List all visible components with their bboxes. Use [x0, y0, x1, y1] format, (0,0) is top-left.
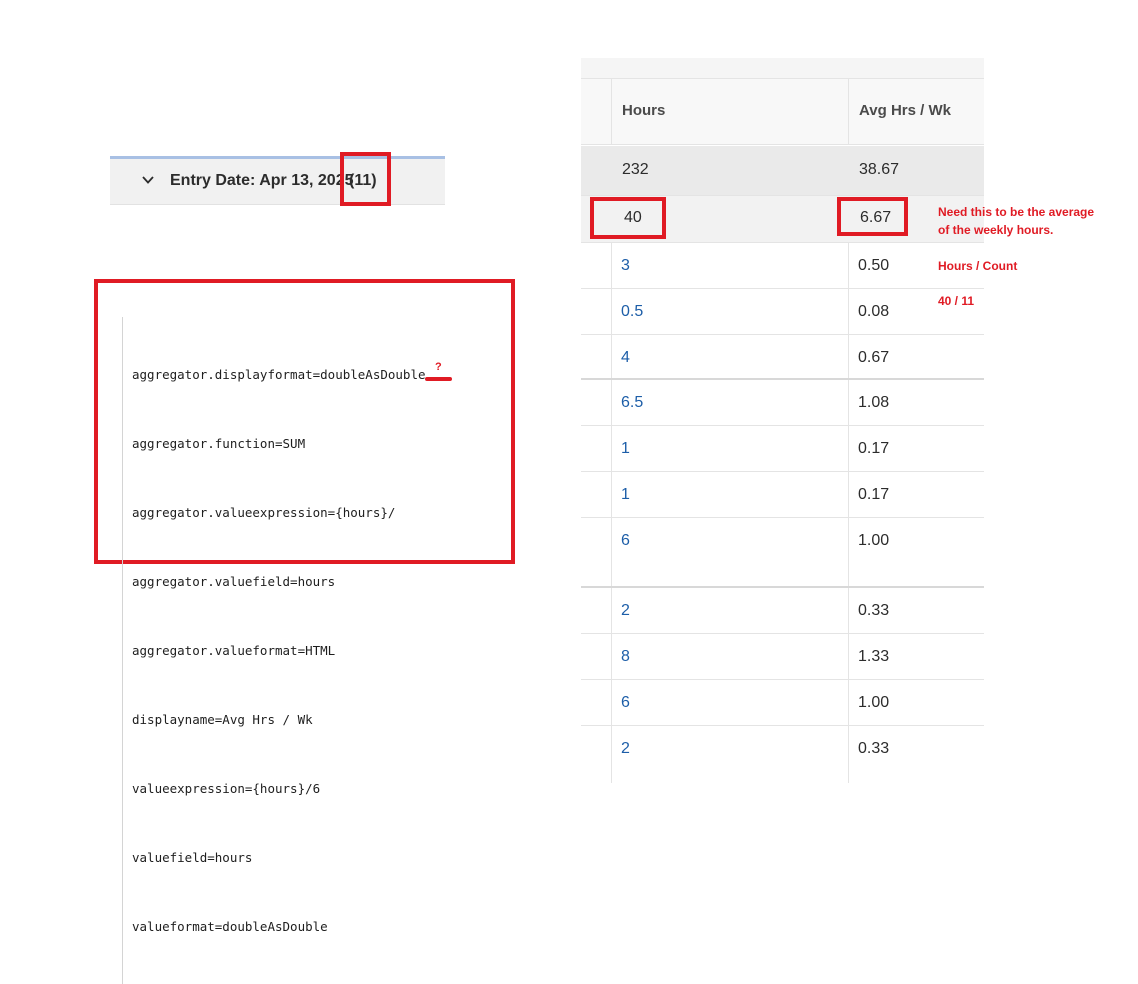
table-row-total: 232 38.67	[581, 146, 984, 196]
cell-avg: 0.50	[858, 257, 890, 274]
cell-avg: 1.00	[858, 694, 890, 711]
cell-hours-link[interactable]: 0.5	[621, 303, 643, 321]
annotation-note: Need this to be the average of the weekl…	[938, 203, 1094, 239]
data-table: Hours Avg Hrs / Wk 232 38.67 40 6.67 3 0…	[581, 58, 984, 783]
aggregator-config-box: aggregator.displayformat=doubleAsDouble …	[94, 279, 515, 984]
table-row: 2 0.33	[581, 726, 984, 783]
table-row: 6.5 1.08	[581, 380, 984, 426]
code-line: valueformat=doubleAsDouble	[132, 919, 328, 934]
cell-hours-link[interactable]: 8	[621, 648, 630, 666]
table-row: 1 0.17	[581, 472, 984, 518]
table-row-group-subtotal: 40 6.67	[581, 196, 984, 243]
annotation-example: 40 / 11	[938, 294, 975, 308]
code-line: aggregator.valueexpression={hours}/	[132, 505, 396, 520]
cell-hours-link[interactable]: 6	[621, 532, 630, 550]
code-line: displayname=Avg Hrs / Wk	[132, 712, 313, 727]
cell-hours-link[interactable]: 1	[621, 440, 630, 458]
table-header: Hours Avg Hrs / Wk	[581, 79, 984, 145]
missing-value-underline	[425, 377, 452, 381]
cell-avg: 0.67	[858, 349, 890, 366]
cell-hours-link[interactable]: 6.5	[621, 394, 643, 412]
code-line: valuefield=hours	[132, 850, 253, 865]
table-row: 2 0.33	[581, 588, 984, 634]
cell-hours: 40	[624, 209, 642, 226]
code-line: aggregator.displayformat=doubleAsDouble	[132, 367, 426, 382]
cell-avg: 0.33	[858, 602, 890, 619]
cell-avg: 1.08	[858, 394, 890, 411]
table-row: 4 0.67	[581, 335, 984, 380]
code-line: valueexpression={hours}/6	[132, 781, 321, 796]
column-divider	[848, 79, 849, 145]
table-row: 6 1.00	[581, 518, 984, 588]
code-line: aggregator.valuefield=hours	[132, 574, 336, 589]
annotation-note-line2: of the weekly hours.	[938, 223, 1054, 237]
table-row: 3 0.50	[581, 243, 984, 289]
column-header-hours[interactable]: Hours	[622, 102, 665, 119]
cell-avg: 6.67	[860, 209, 892, 226]
cell-hours-link[interactable]: 3	[621, 257, 630, 275]
column-header-avg-hrs-wk[interactable]: Avg Hrs / Wk	[859, 102, 951, 119]
group-header-title: Entry Date: Apr 13, 2025	[170, 172, 354, 189]
cell-hours-link[interactable]: 2	[621, 740, 630, 758]
group-header-count: (11)	[349, 172, 377, 189]
annotation-note-line1: Need this to be the average	[938, 205, 1095, 219]
cell-avg: 0.17	[858, 440, 890, 457]
table-row: 8 1.33	[581, 634, 984, 680]
column-divider	[611, 79, 612, 145]
chevron-down-icon[interactable]	[141, 173, 155, 187]
cell-hours-link[interactable]: 6	[621, 694, 630, 712]
table-row: 0.5 0.08	[581, 289, 984, 335]
cell-avg: 1.33	[858, 648, 890, 665]
cell-hours-link[interactable]: 4	[621, 349, 630, 367]
config-code: aggregator.displayformat=doubleAsDouble …	[122, 317, 426, 984]
cell-avg: 0.33	[858, 740, 890, 757]
annotation-formula: Hours / Count	[938, 259, 1018, 273]
code-line: aggregator.function=SUM	[132, 436, 306, 451]
cell-hours-link[interactable]: 1	[621, 486, 630, 504]
cell-hours: 232	[622, 161, 649, 178]
cell-avg: 0.08	[858, 303, 890, 320]
group-header-entry-date[interactable]: Entry Date: Apr 13, 2025 (11)	[110, 156, 445, 205]
table-row: 1 0.17	[581, 426, 984, 472]
code-line: aggregator.valueformat=HTML	[132, 643, 336, 658]
cell-avg: 1.00	[858, 532, 890, 549]
table-row: 6 1.00	[581, 680, 984, 726]
table-top-strip	[581, 58, 984, 79]
cell-hours-link[interactable]: 2	[621, 602, 630, 620]
question-mark-annotation: ?	[435, 361, 442, 373]
cell-avg: 38.67	[859, 161, 900, 178]
cell-avg: 0.17	[858, 486, 890, 503]
